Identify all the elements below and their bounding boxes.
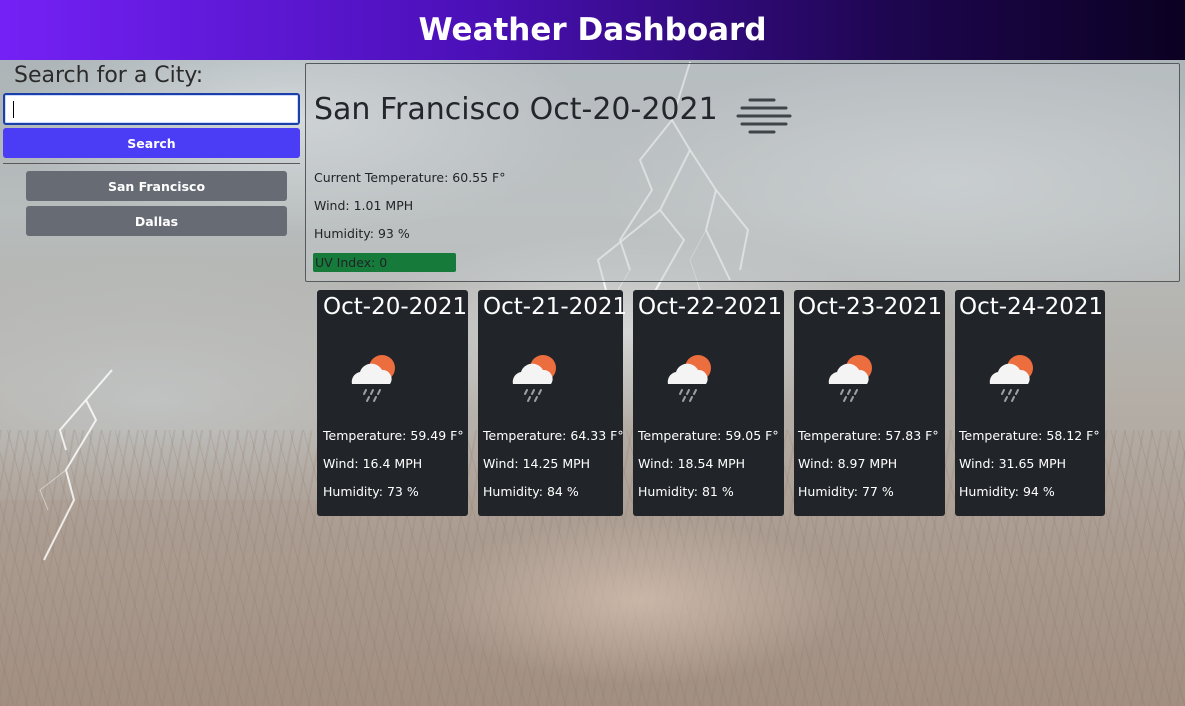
sun-cloud-rain-icon [512,355,556,402]
forecast-wind: Wind: 14.25 MPH [483,456,591,471]
mist-icon [736,98,792,134]
forecast-humidity: Humidity: 84 % [483,484,579,499]
current-weather-panel: San Francisco Oct-20-2021 Current Temper… [305,63,1180,282]
forecast-date: Oct-21-2021 [483,294,628,320]
forecast-date: Oct-20-2021 [323,294,468,320]
uv-index-badge: UV Index: 0 [313,253,456,272]
current-humidity: Humidity: 93 % [314,226,410,241]
forecast-temperature: Temperature: 59.49 F° [323,428,464,443]
forecast-wind: Wind: 31.65 MPH [959,456,1067,471]
forecast-card: Oct-21-2021 Temperature: 64.33 F° Wind: … [478,290,627,516]
forecast-humidity: Humidity: 77 % [798,484,894,499]
forecast-temperature: Temperature: 57.83 F° [798,428,939,443]
text-caret [13,101,14,118]
sidebar-divider [3,163,300,164]
forecast-humidity: Humidity: 94 % [959,484,1055,499]
forecast-date: Oct-22-2021 [638,294,783,320]
current-temperature: Current Temperature: 60.55 F° [314,170,506,185]
forecast-card: Oct-23-2021 Temperature: 57.83 F° Wind: … [794,290,945,516]
sun-cloud-rain-icon [351,355,395,402]
forecast-humidity: Humidity: 73 % [323,484,419,499]
current-wind: Wind: 1.01 MPH [314,198,414,213]
forecast-date: Oct-23-2021 [798,294,943,320]
history-button-dallas[interactable]: Dallas [26,206,287,236]
app-header: Weather Dashboard [0,0,1185,60]
forecast-temperature: Temperature: 59.05 F° [638,428,779,443]
forecast-wind: Wind: 18.54 MPH [638,456,746,471]
current-city-date: San Francisco Oct-20-2021 [314,92,718,127]
forecast-temperature: Temperature: 58.12 F° [959,428,1100,443]
sun-cloud-rain-icon [989,355,1033,402]
forecast-humidity: Humidity: 81 % [638,484,734,499]
forecast-wind: Wind: 16.4 MPH [323,456,423,471]
forecast-card: Oct-20-2021 Temperature: 59.49 F° Wind: … [317,290,468,516]
app-title: Weather Dashboard [418,12,767,48]
forecast-card: Oct-22-2021 Temperature: 59.05 F° Wind: … [633,290,784,516]
sun-cloud-rain-icon [828,355,872,402]
history-button-san-francisco[interactable]: San Francisco [26,171,287,201]
city-search-input[interactable] [3,93,300,125]
sun-cloud-rain-icon [667,355,711,402]
forecast-card: Oct-24-2021 Temperature: 58.12 F° Wind: … [955,290,1105,516]
search-heading: Search for a City: [14,63,204,88]
forecast-temperature: Temperature: 64.33 F° [483,428,624,443]
search-button[interactable]: Search [3,128,300,158]
forecast-wind: Wind: 8.97 MPH [798,456,898,471]
forecast-date: Oct-24-2021 [959,294,1104,320]
